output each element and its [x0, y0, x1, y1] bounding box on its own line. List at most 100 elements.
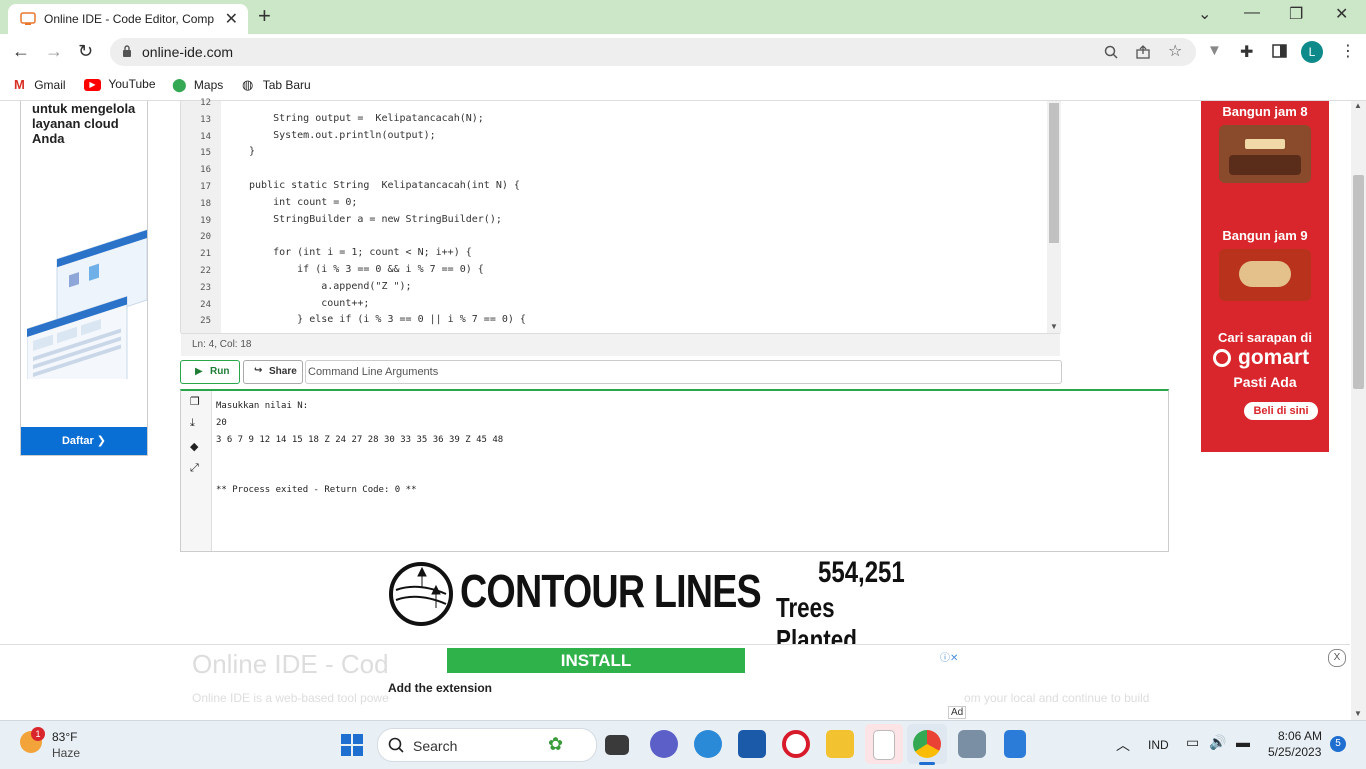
clock-date[interactable]: 5/25/2023 — [1268, 745, 1321, 759]
reload-icon[interactable]: ↻ — [78, 41, 93, 62]
close-window-button[interactable]: ✕ — [1335, 4, 1348, 24]
code-editor[interactable]: 12 13 String output = Kelipatancacah(N); 1… — [180, 98, 1061, 333]
bookmark-label: YouTube — [108, 77, 156, 91]
line-number: 21 — [200, 249, 211, 260]
tab-close-icon[interactable]: ✕ — [225, 9, 238, 29]
volume-icon[interactable]: 🔊 — [1209, 734, 1226, 751]
bookmark-maps[interactable]: ⬤ Maps — [172, 77, 223, 93]
command-line-arguments-input[interactable]: Command Line Arguments — [305, 360, 1062, 384]
forward-arrow-icon[interactable]: → — [45, 41, 63, 62]
file-explorer-icon[interactable] — [826, 730, 854, 758]
notification-badge[interactable]: 5 — [1330, 736, 1346, 752]
bookmark-star-icon[interactable]: ☆ — [1168, 41, 1182, 61]
run-button[interactable]: ▶ Run — [180, 360, 240, 384]
share-button[interactable]: ↪ Share — [243, 360, 303, 384]
dashboard-illustration — [27, 229, 147, 379]
install-button[interactable]: INSTALL — [447, 648, 745, 673]
back-arrow-icon[interactable]: ← — [12, 41, 30, 62]
store-icon[interactable] — [738, 730, 766, 758]
bookmark-youtube[interactable]: ▶ YouTube — [84, 77, 156, 91]
output-console[interactable]: ❐ ⤓ ◆ ⤢ Masukkan nilai N: 20 3 6 7 9 12 14… — [180, 389, 1169, 552]
bookmark-tab-baru[interactable]: ◍ Tab Baru — [242, 77, 311, 93]
network-icon[interactable]: ▭ — [1186, 734, 1199, 751]
url-text: online-ide.com — [142, 44, 234, 60]
line-number: 15 — [200, 148, 211, 159]
close-ad-button[interactable]: X — [1328, 649, 1346, 667]
gmail-icon: M — [14, 77, 25, 92]
opera-icon[interactable] — [782, 730, 810, 758]
page-scroll-up-icon[interactable]: ▲ — [1354, 101, 1362, 110]
profile-avatar[interactable]: L — [1301, 41, 1323, 63]
ad-label: Ad — [948, 706, 967, 719]
console-line: 3 6 7 9 12 14 15 18 Z 24 27 28 30 33 35 … — [216, 434, 504, 445]
minimize-button[interactable]: — — [1244, 4, 1260, 22]
zoom-icon[interactable] — [1104, 45, 1118, 59]
task-view-icon[interactable] — [605, 735, 629, 755]
line-number: 13 — [200, 114, 211, 125]
new-tab-button[interactable]: + — [258, 3, 271, 29]
code-line: int count = 0; — [249, 196, 358, 208]
share-page-icon[interactable] — [1136, 45, 1152, 59]
chrome-icon[interactable] — [913, 730, 941, 758]
code-line: public static String Kelipatancacah(int … — [249, 180, 520, 191]
search-highlight-icon: ✿ — [548, 734, 564, 754]
clock-time[interactable]: 8:06 AM — [1278, 729, 1322, 743]
weather-condition: Haze — [52, 746, 81, 760]
code-line: count++; — [249, 297, 370, 309]
lock-icon — [123, 45, 131, 57]
box-app-icon[interactable] — [958, 730, 986, 758]
menu-kebab-icon[interactable]: ⋮ — [1340, 41, 1356, 61]
console-line: ** Process exited - Return Code: 0 ** — [216, 485, 417, 495]
banner-count: 554,251 — [818, 556, 905, 589]
fullscreen-icon[interactable]: ⤢ — [190, 462, 199, 475]
copy-icon[interactable]: ❐ — [190, 395, 200, 408]
ad-line-2: Bangun jam 9 — [1222, 228, 1308, 243]
page-scrollbar[interactable]: ▲ ▼ — [1351, 101, 1366, 720]
editor-scrollbar[interactable]: ▼ — [1047, 101, 1061, 333]
taskbar-search[interactable]: Search ✿ — [377, 728, 597, 762]
battery-icon[interactable]: ▬ — [1236, 734, 1250, 750]
language-indicator[interactable]: IND — [1148, 738, 1169, 752]
weather-badge: 1 — [31, 727, 45, 741]
editor-status-bar: Ln: 4, Col: 18 — [181, 333, 1060, 356]
side-panel-icon[interactable] — [1272, 44, 1287, 58]
code-line: for (int i = 1; count < N; i++) { — [249, 247, 472, 259]
extension-v-icon[interactable]: ▼ — [1207, 42, 1222, 59]
extensions-puzzle-icon[interactable]: ✚ — [1240, 42, 1253, 62]
tab-search-icon[interactable]: ⌄ — [1198, 4, 1211, 24]
scroll-down-icon[interactable]: ▼ — [1050, 322, 1058, 331]
windows-start-icon[interactable] — [340, 733, 364, 757]
bookmark-gmail[interactable]: M Gmail — [14, 77, 66, 92]
adchoices-icon[interactable]: ⓘ✕ — [940, 649, 958, 664]
daftar-button[interactable]: Daftar ❯ — [21, 427, 147, 455]
teams-chat-icon[interactable] — [650, 730, 678, 758]
left-ad[interactable]: untuk mengelola layanan cloud Anda Dafta… — [20, 101, 148, 456]
notepad-icon[interactable] — [873, 730, 895, 760]
beli-di-sini-button[interactable]: Beli di sini — [1244, 402, 1318, 420]
code-line: StringBuilder a = new StringBuilder(); — [249, 213, 502, 225]
page-scroll-down-icon[interactable]: ▼ — [1354, 709, 1362, 718]
ghost-text-left: Online IDE is a web-based tool powe — [192, 691, 389, 705]
code-line: a.append("Z "); — [249, 280, 412, 292]
contour-lines-banner[interactable]: CONTOUR LINES 554,251 Trees Planted... — [386, 556, 966, 655]
editor-scroll-thumb[interactable] — [1049, 103, 1059, 243]
code-line: if (i % 3 == 0 && i % 7 == 0) { — [249, 264, 484, 275]
maximize-button[interactable]: ❐ — [1289, 4, 1303, 24]
youtube-icon: ▶ — [84, 78, 101, 91]
notes-app-icon[interactable] — [1004, 730, 1026, 758]
right-ad[interactable]: Bangun jam 8 Bangun jam 9 Cari sarapan d… — [1201, 101, 1329, 452]
code-line: } else if (i % 3 == 0 || i % 7 == 0) { — [249, 314, 526, 326]
browser-tab[interactable]: Online IDE - Code Editor, Compil ✕ — [8, 4, 248, 34]
edge-icon[interactable] — [694, 730, 722, 758]
eraser-icon[interactable]: ◆ — [190, 440, 198, 453]
page-scroll-thumb[interactable] — [1353, 175, 1364, 389]
address-bar[interactable]: online-ide.com ☆ — [110, 38, 1196, 66]
search-placeholder: Search — [413, 738, 458, 754]
code-line: } — [249, 146, 256, 158]
line-number: 19 — [200, 215, 211, 226]
left-ad-text: untuk mengelola layanan cloud Anda — [32, 101, 135, 146]
download-icon[interactable]: ⤓ — [190, 417, 195, 430]
share-label: Share — [269, 366, 297, 377]
ad-line: Anda — [32, 131, 65, 146]
tray-chevron-icon[interactable]: ︿ — [1116, 735, 1130, 755]
